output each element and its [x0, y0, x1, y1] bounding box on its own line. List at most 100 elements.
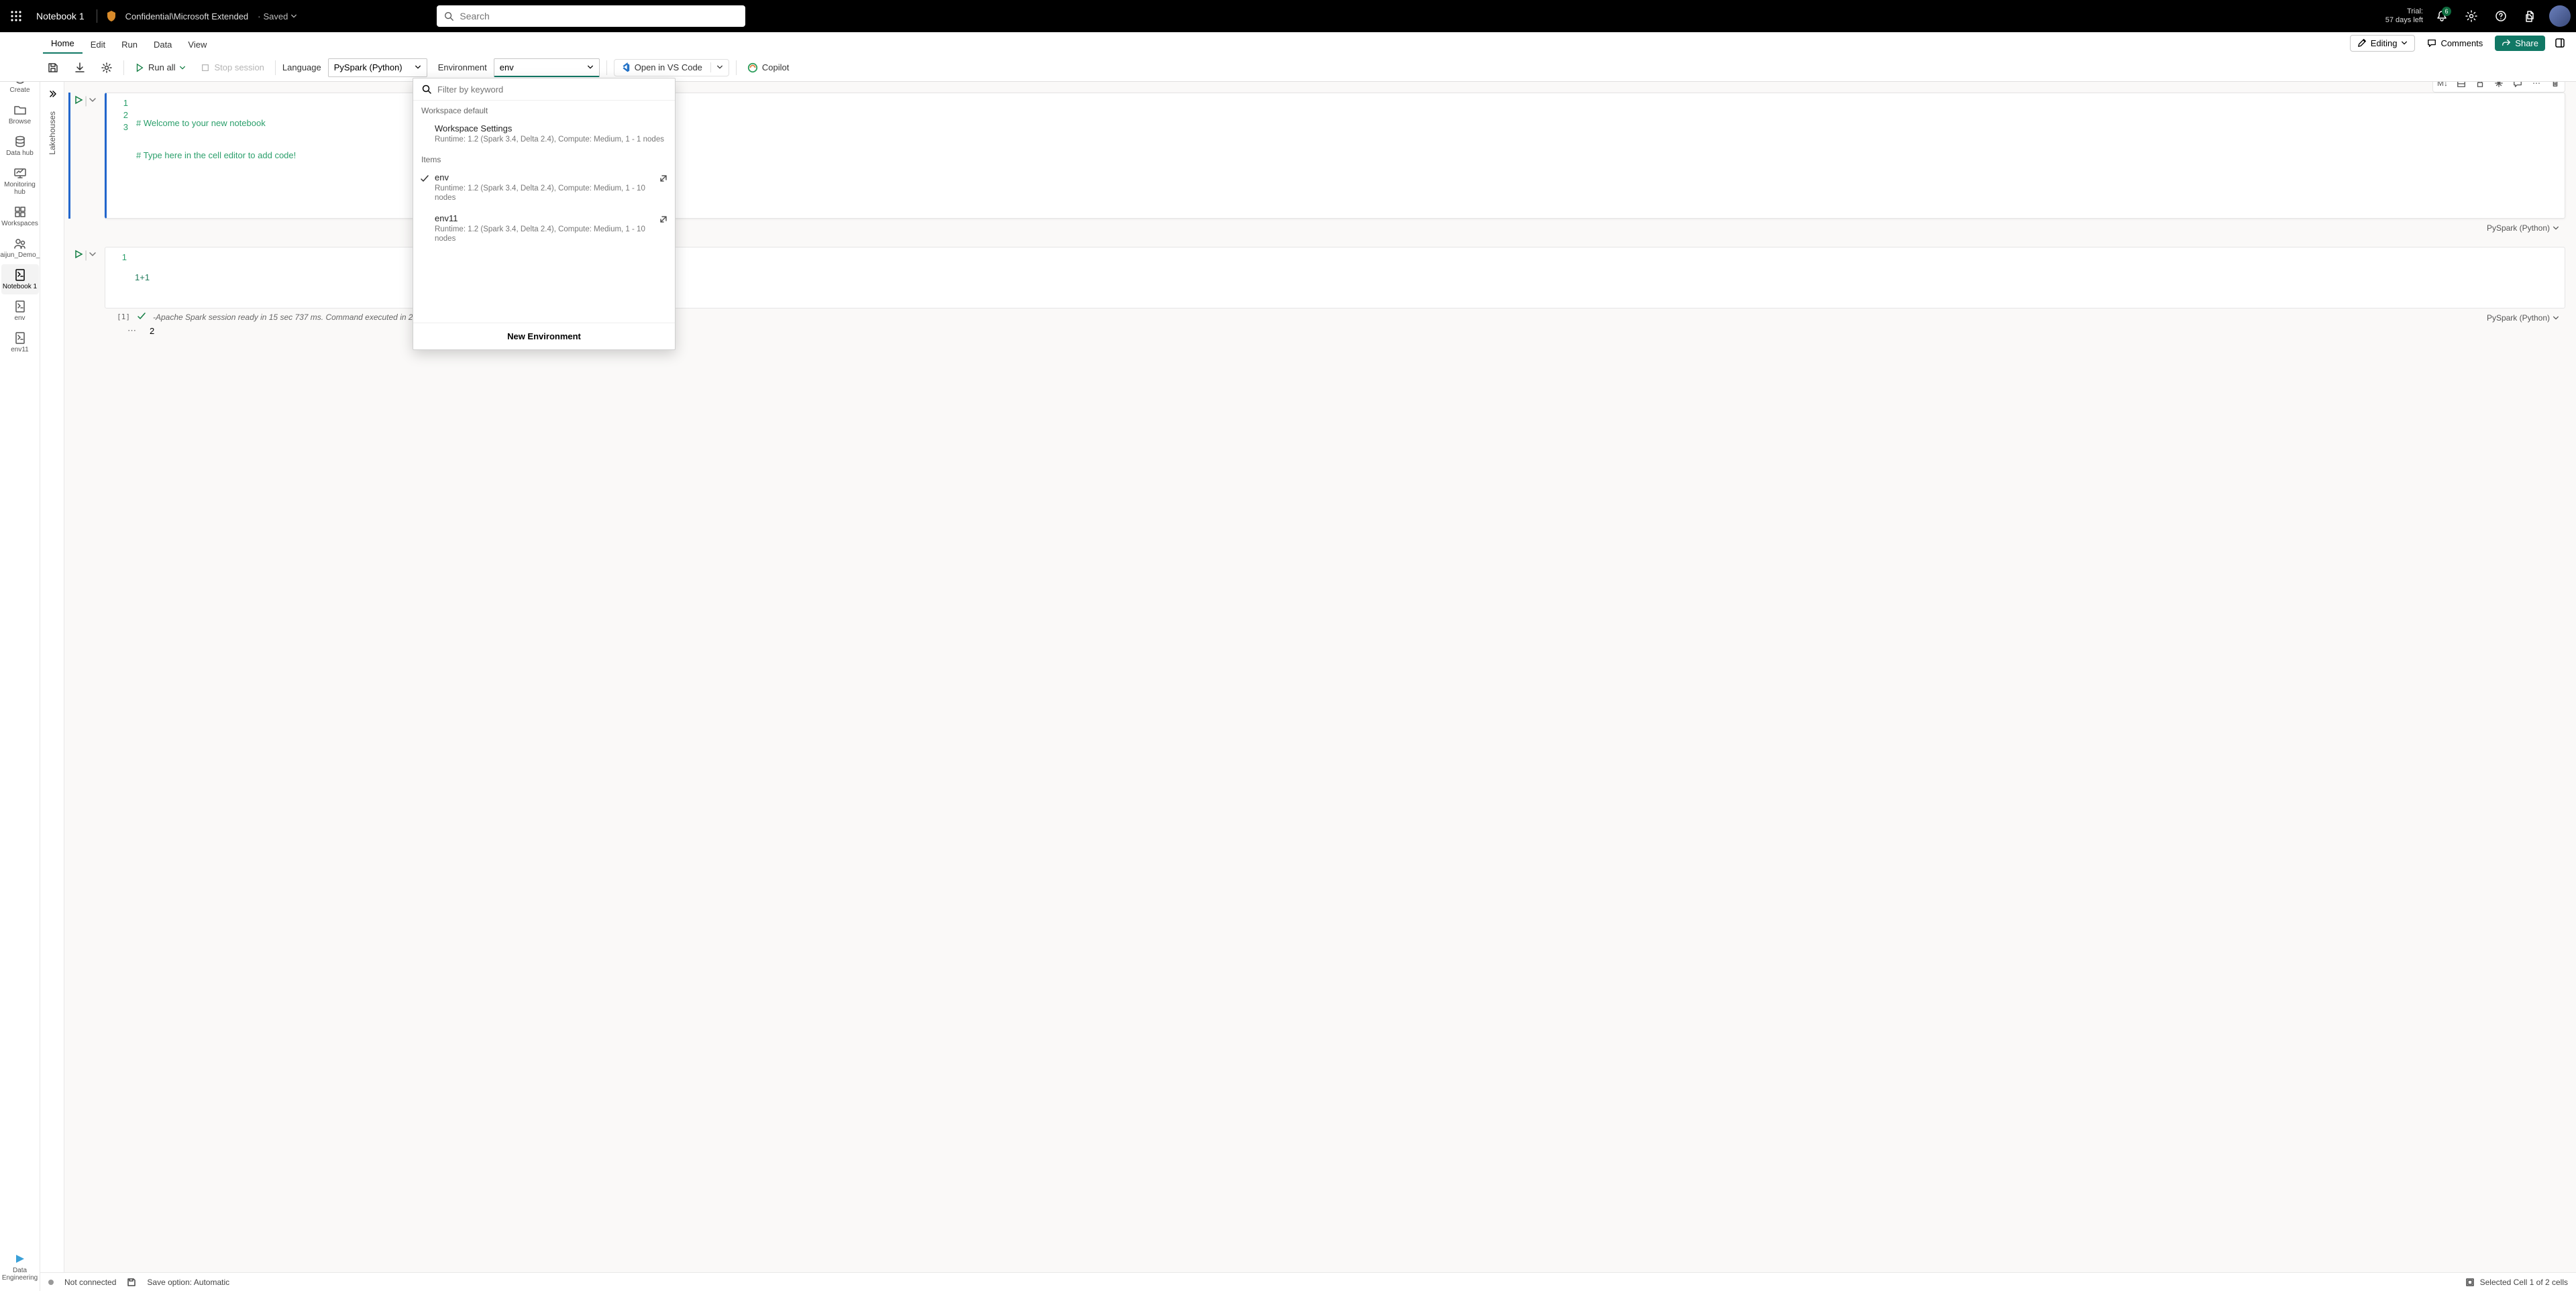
save-option-status[interactable]: Save option: Automatic	[147, 1278, 229, 1287]
env-section-items: Items	[413, 150, 675, 167]
comments-button[interactable]: Comments	[2420, 36, 2489, 51]
run-cell-dropdown[interactable]	[89, 249, 97, 262]
cell-lock[interactable]	[2472, 82, 2488, 91]
comment-icon	[2427, 38, 2436, 48]
lock-icon	[2475, 82, 2485, 88]
open-in-vscode-button[interactable]: Open in VS Code	[614, 59, 729, 76]
cell-language-picker[interactable]: PySpark (Python)	[2487, 223, 2559, 233]
new-environment-button[interactable]: New Environment	[413, 323, 675, 349]
rail-workspace-item[interactable]: Shuaijun_Demo_Env	[1, 233, 39, 263]
rail-datahub[interactable]: Data hub	[1, 131, 39, 161]
environment-label: Environment	[438, 62, 487, 72]
feedback-button[interactable]	[2520, 5, 2541, 27]
stop-session-button[interactable]: Stop session	[197, 60, 268, 75]
download-button[interactable]	[70, 59, 90, 76]
rail-persona[interactable]: Data Engineering	[1, 1248, 39, 1286]
settings-toolbar-button[interactable]	[97, 59, 117, 76]
settings-button[interactable]	[2461, 5, 2482, 27]
monitor-icon	[13, 166, 27, 180]
notebook-title[interactable]: Notebook 1	[32, 11, 89, 21]
rail-notebook-item[interactable]: Notebook 1	[1, 264, 39, 294]
trash-icon	[2551, 82, 2560, 88]
connection-status[interactable]: Not connected	[64, 1278, 116, 1287]
vscode-icon	[620, 62, 631, 73]
rail-monitoring[interactable]: Monitoring hub	[1, 162, 39, 200]
chevron-down-icon[interactable]	[710, 62, 723, 72]
search-input[interactable]	[460, 11, 739, 21]
chevron-down-icon	[179, 64, 186, 71]
people-icon	[13, 237, 27, 250]
play-icon	[135, 63, 144, 72]
expand-lakehouses-button[interactable]	[44, 86, 60, 102]
trial-status[interactable]: Trial: 57 days left	[2385, 7, 2423, 25]
rail-browse[interactable]: Browse	[1, 99, 39, 129]
environment-popover: Workspace default Workspace Settings Run…	[413, 78, 676, 350]
copilot-panel-button[interactable]	[2551, 35, 2569, 51]
run-cell-button[interactable]	[74, 249, 83, 262]
user-avatar[interactable]	[2549, 5, 2571, 27]
copilot-button[interactable]: Copilot	[743, 60, 793, 76]
chevron-down-icon	[415, 62, 421, 72]
rail-workspaces[interactable]: Workspaces	[1, 201, 39, 231]
workspaces-icon	[13, 205, 27, 219]
code-editor[interactable]: # Welcome to your new notebook # Type he…	[136, 97, 296, 214]
sensitivity-label[interactable]: Confidential\Microsoft Extended	[125, 11, 249, 21]
run-cell-dropdown[interactable]	[89, 95, 97, 108]
open-external-icon[interactable]	[659, 215, 668, 227]
help-button[interactable]	[2490, 5, 2512, 27]
save-icon	[127, 1278, 136, 1287]
sensitivity-icon	[105, 10, 117, 22]
run-all-button[interactable]: Run all	[131, 60, 190, 75]
tab-run[interactable]: Run	[113, 36, 146, 54]
download-icon	[74, 62, 86, 74]
check-icon	[420, 174, 429, 186]
selection-status: Selected Cell 1 of 2 cells	[2480, 1278, 2568, 1287]
notebook-icon	[13, 268, 27, 282]
code-editor[interactable]: 1+1	[135, 251, 198, 304]
env-icon	[13, 300, 27, 313]
snowflake-icon	[2494, 82, 2504, 88]
share-button[interactable]: Share	[2495, 36, 2545, 51]
env-icon	[13, 331, 27, 345]
environment-dropdown[interactable]: env	[494, 58, 600, 77]
fabric-icon	[13, 1252, 27, 1266]
selection-icon	[2465, 1278, 2475, 1287]
env-item-env11[interactable]: env11 Runtime: 1.2 (Spark 3.4, Delta 2.4…	[413, 208, 675, 249]
copilot-logo-icon	[747, 62, 758, 73]
global-search[interactable]	[437, 5, 745, 27]
cell-language-picker[interactable]: PySpark (Python)	[2487, 313, 2559, 323]
chevron-right-double-icon	[48, 89, 57, 99]
env-item-env[interactable]: env Runtime: 1.2 (Spark 3.4, Delta 2.4),…	[413, 167, 675, 208]
tab-home[interactable]: Home	[43, 34, 83, 54]
share-icon	[2502, 38, 2511, 48]
copilot-icon	[2555, 38, 2565, 48]
cell-more[interactable]: ⋯	[2528, 82, 2544, 91]
tab-data[interactable]: Data	[146, 36, 180, 54]
chevron-down-icon	[2553, 225, 2559, 231]
env-item-workspace-settings[interactable]: Workspace Settings Runtime: 1.2 (Spark 3…	[413, 118, 675, 150]
tab-view[interactable]: View	[180, 36, 215, 54]
stop-icon	[201, 63, 210, 72]
language-dropdown[interactable]: PySpark (Python)	[328, 58, 427, 77]
run-cell-button[interactable]	[74, 95, 83, 108]
cell-toggle-output[interactable]	[2453, 82, 2469, 91]
rail-env11-item[interactable]: env11	[1, 327, 39, 357]
cell-freeze[interactable]	[2491, 82, 2507, 91]
cell-delete[interactable]	[2547, 82, 2563, 91]
cell-comment[interactable]	[2510, 82, 2526, 91]
env-filter-input[interactable]	[437, 85, 667, 95]
env-section-default: Workspace default	[413, 101, 675, 118]
saved-status[interactable]: · Saved	[258, 11, 297, 21]
output-more-button[interactable]: ⋯	[127, 325, 138, 336]
notifications-button[interactable]: 6	[2431, 5, 2453, 27]
rail-env-item[interactable]: env	[1, 296, 39, 326]
tab-edit[interactable]: Edit	[83, 36, 113, 54]
cell-markdown-toggle[interactable]: M↓	[2434, 82, 2451, 91]
cell-toolbar: M↓ ⋯	[2432, 82, 2565, 93]
chevron-down-icon	[2553, 315, 2559, 321]
app-launcher[interactable]	[5, 5, 27, 27]
editing-mode-button[interactable]: Editing	[2350, 35, 2416, 52]
save-button[interactable]	[43, 59, 63, 76]
notif-badge: 6	[2442, 7, 2451, 16]
open-external-icon[interactable]	[659, 174, 668, 186]
